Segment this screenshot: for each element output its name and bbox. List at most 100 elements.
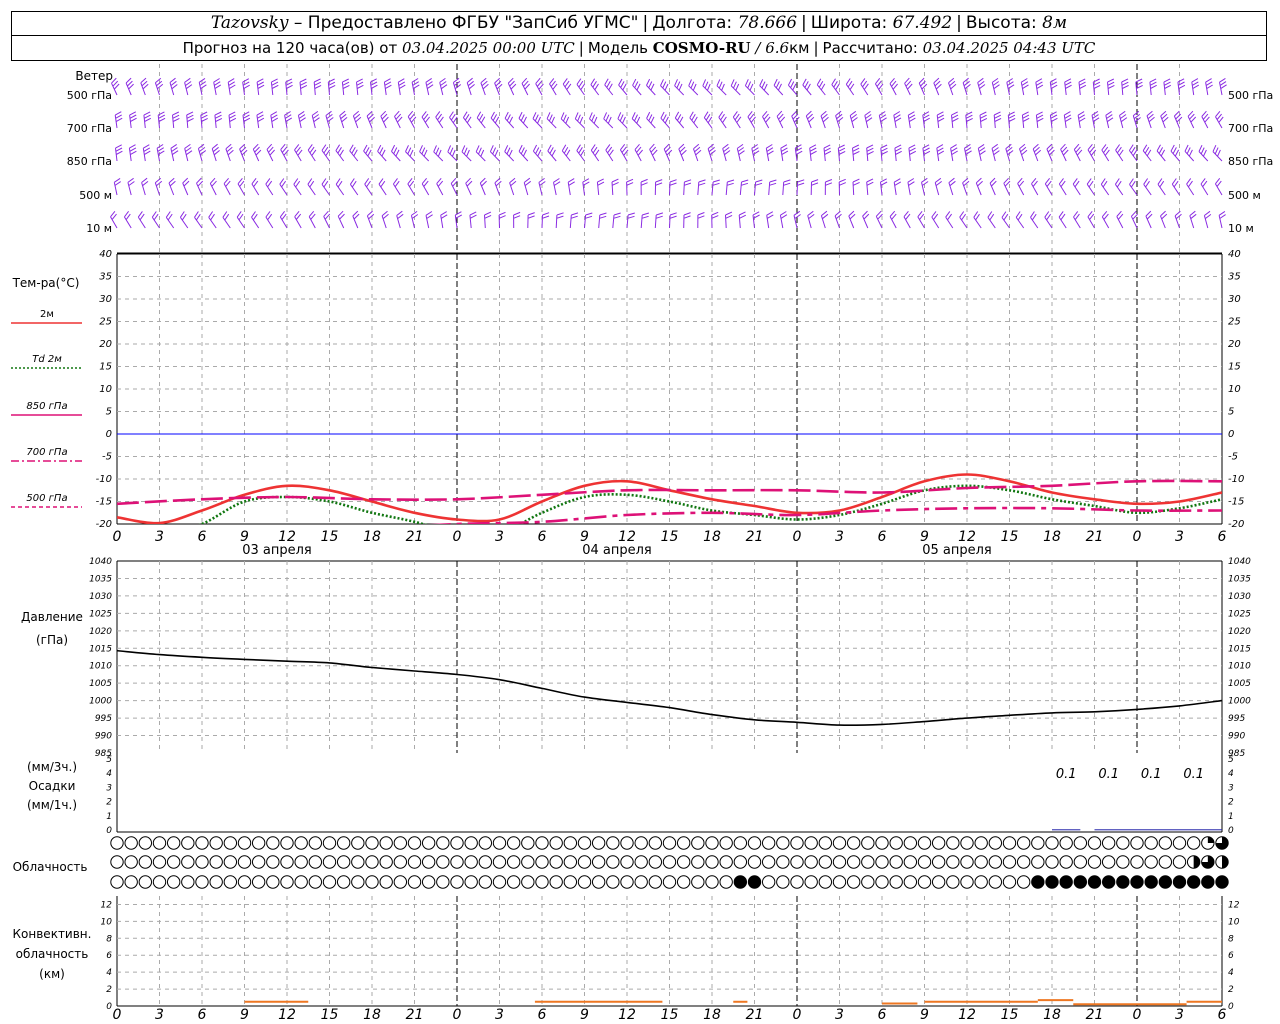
wind-barb <box>321 144 331 162</box>
wind-barb <box>251 178 260 196</box>
wind-barb <box>1060 143 1069 162</box>
wind-barb <box>689 111 699 129</box>
wind-barb <box>242 111 251 129</box>
cloud-symbol-clear <box>1158 836 1173 850</box>
cloud-symbol-clear <box>280 875 294 889</box>
cloud-symbol-clear <box>776 836 790 850</box>
wind-barb <box>674 111 685 129</box>
wind-barb <box>907 178 915 196</box>
wind-barb <box>198 77 207 96</box>
cloud-symbol-clear <box>407 836 422 850</box>
hour-tick-label: 21 <box>746 529 764 545</box>
wind-barb <box>213 78 222 96</box>
cloud-symbol-clear <box>506 836 521 850</box>
cloud-symbol-clear <box>181 875 195 889</box>
cloud-symbol-clear <box>988 855 1003 869</box>
wind-barb <box>378 178 387 196</box>
cloud-symbol-fill <box>1207 836 1215 843</box>
wind-barb <box>860 78 869 96</box>
cloud-symbol-overcast <box>1059 875 1073 889</box>
wind-barb <box>435 111 444 129</box>
wind-barb <box>1046 143 1055 162</box>
wind-barb <box>1212 144 1223 162</box>
wind-barb <box>934 177 942 196</box>
hour-tick-label: 6 <box>878 529 887 545</box>
wind-barb <box>1129 178 1138 196</box>
wind-barb <box>223 177 231 196</box>
wind-barb <box>364 178 373 196</box>
wind-barb <box>186 111 194 129</box>
cloud-symbol-clear <box>195 855 209 869</box>
cloud-symbol-clear <box>818 836 833 850</box>
wind-barb <box>605 144 614 162</box>
temp-tick-left: -10 <box>96 474 112 485</box>
cloud-symbol-clear <box>549 836 563 850</box>
wind-barb <box>1078 78 1087 96</box>
wind-barb <box>490 111 500 129</box>
hour-tick-label: 6 <box>198 529 207 545</box>
conv-tick-left: 10 <box>101 917 113 927</box>
wind-barb <box>341 78 350 96</box>
wind-barb <box>936 144 945 162</box>
wind-barb <box>407 177 415 196</box>
wind-barb <box>722 143 731 162</box>
cloud-symbol-clear <box>931 875 946 889</box>
cloud-symbol-clear <box>988 875 1003 889</box>
wind-barb <box>880 178 888 196</box>
wind-barb <box>284 111 293 129</box>
wind-barb <box>782 179 791 196</box>
cloud-symbol-clear <box>110 855 124 869</box>
cloud-symbol-clear <box>1186 836 1201 850</box>
wind-barb <box>313 78 322 96</box>
wind-barb <box>660 111 670 129</box>
cloud-symbol-clear <box>1144 836 1158 850</box>
wind-barb <box>584 212 593 229</box>
wind-barb <box>1031 177 1039 196</box>
pressure-title: Давление <box>21 610 83 624</box>
wind-barb <box>1219 77 1227 96</box>
conv-tick-left: 4 <box>106 968 112 978</box>
wind-barb <box>889 210 897 229</box>
wind-barb <box>1218 210 1226 229</box>
pressure-tick-left: 1030 <box>89 592 112 602</box>
wind-barb <box>838 178 846 196</box>
cloud-symbol-clear <box>351 836 365 850</box>
wind-barb <box>380 110 389 129</box>
wind-barb <box>576 78 586 96</box>
wind-barb <box>425 211 433 229</box>
wind-barb <box>228 111 237 129</box>
conv-tick-right: 10 <box>1228 917 1240 927</box>
cloud-symbol-clear <box>365 875 379 889</box>
wind-barb <box>184 77 193 96</box>
wind-barb <box>780 144 789 162</box>
hour-tick-label: 15 <box>321 1007 339 1023</box>
conv-tick-left: 2 <box>106 985 112 995</box>
precip-tick-right: 0 <box>1228 826 1234 836</box>
wind-barb <box>669 212 677 229</box>
cloud-symbol-clear <box>152 855 167 869</box>
wind-barb <box>208 211 217 229</box>
wind-barb <box>168 177 176 196</box>
wind-barb <box>973 211 982 229</box>
cloud-symbol-clear <box>407 855 422 869</box>
cloud-symbol-clear <box>776 855 790 869</box>
hour-tick-label: 21 <box>406 1007 424 1023</box>
wind-barb <box>494 77 503 96</box>
wind-barb <box>391 144 401 162</box>
wind-barb <box>732 111 742 129</box>
wind-barb <box>1160 110 1169 129</box>
wind-barb <box>831 78 840 96</box>
wind-barb <box>450 177 458 196</box>
wind-barb <box>465 177 473 196</box>
wind-level-label-left: 500 гПа <box>67 89 112 102</box>
wind-barb <box>791 110 800 129</box>
cloud-symbol-clear <box>577 836 592 850</box>
temp-tick-left: -15 <box>96 497 112 508</box>
temp-legend-label: 2м <box>40 309 54 320</box>
wind-barb <box>611 178 619 196</box>
cloud-symbol-clear <box>676 836 691 850</box>
wind-barb <box>1177 78 1186 96</box>
wind-barb <box>922 111 930 129</box>
wind-barb <box>182 177 190 196</box>
temp-legend-label: Td 2м <box>32 354 62 365</box>
